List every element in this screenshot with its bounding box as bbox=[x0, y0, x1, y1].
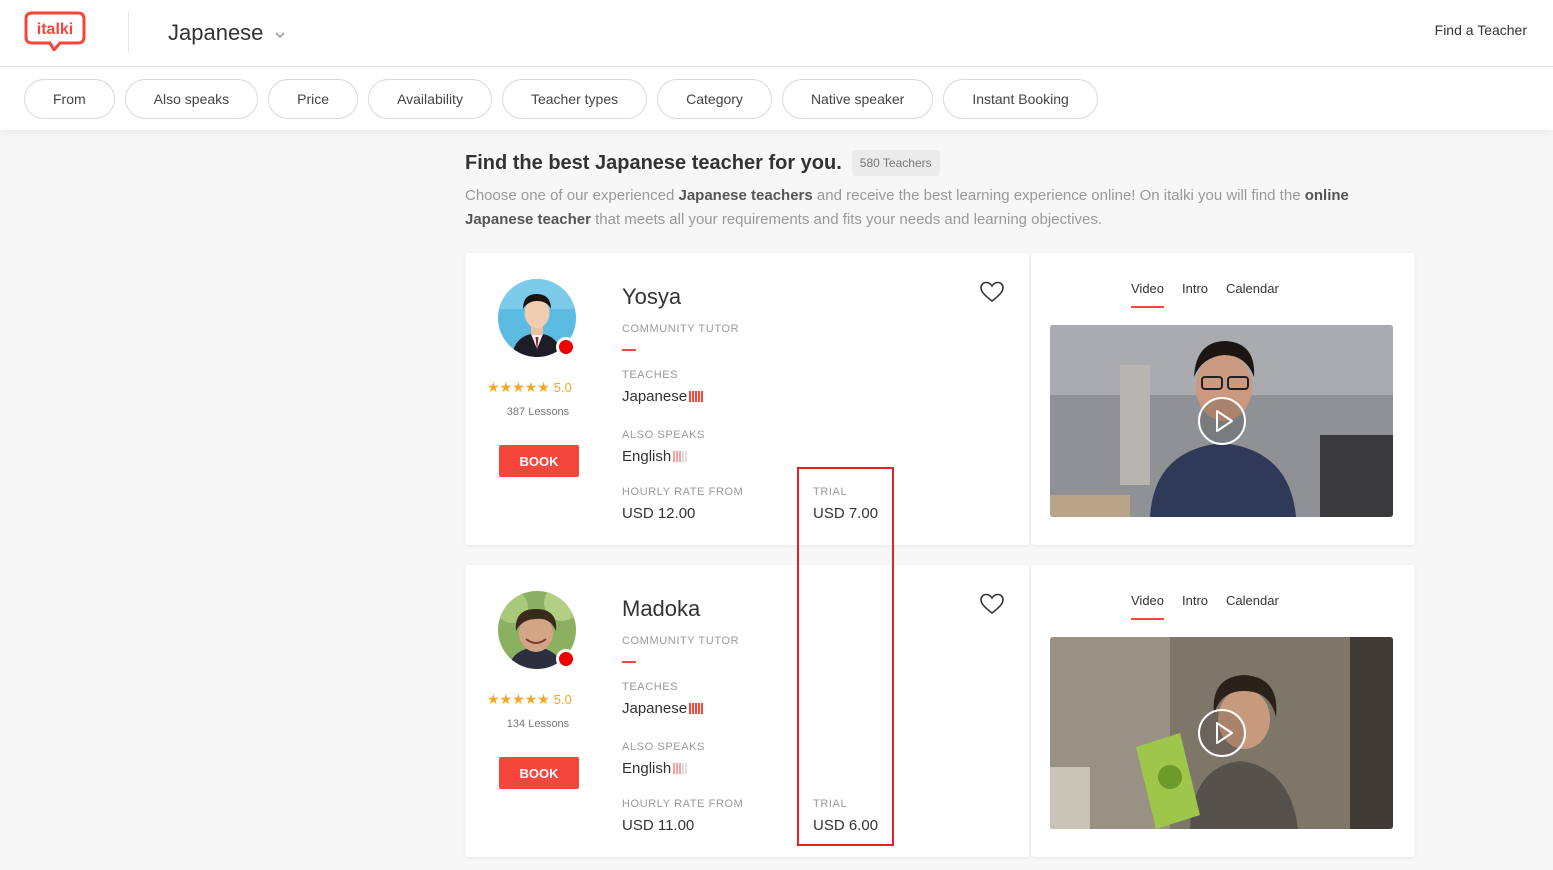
filter-bar: From Also speaks Price Availability Teac… bbox=[0, 67, 1553, 130]
teacher-card[interactable]: ★★★★★ 5.0 387 Lessons BOOK Yosya COMMUNI… bbox=[465, 253, 1029, 545]
teacher-type: COMMUNITY TUTOR bbox=[622, 323, 740, 335]
star-rating-icon: ★★★★★ bbox=[487, 691, 550, 707]
trial-price-value: USD 6.00 bbox=[813, 817, 879, 834]
filter-from[interactable]: From bbox=[24, 79, 115, 119]
online-status-dot bbox=[556, 337, 576, 357]
video-thumbnail[interactable] bbox=[1050, 637, 1393, 829]
also-speaks-value: English bbox=[622, 448, 688, 465]
hourly-rate-label: HOURLY RATE FROM bbox=[622, 798, 744, 810]
rating-value: 5.0 bbox=[553, 692, 572, 707]
filter-availability[interactable]: Availability bbox=[368, 79, 492, 119]
teacher-video-panel: Video Intro Calendar bbox=[1031, 253, 1415, 545]
intro-description: Choose one of our experienced Japanese t… bbox=[465, 187, 1349, 228]
filter-instant-booking[interactable]: Instant Booking bbox=[943, 79, 1098, 119]
trial-label: TRIAL bbox=[813, 798, 848, 810]
play-icon[interactable] bbox=[1197, 396, 1247, 446]
book-button[interactable]: BOOK bbox=[499, 445, 579, 477]
teaches-value: Japanese bbox=[622, 388, 704, 405]
hourly-rate-value: USD 12.00 bbox=[622, 505, 696, 522]
teacher-type: COMMUNITY TUTOR bbox=[622, 635, 740, 647]
tab-intro[interactable]: Intro bbox=[1182, 593, 1208, 620]
tab-video[interactable]: Video bbox=[1131, 281, 1165, 308]
intro-section: Find the best Japanese teacher for you. … bbox=[465, 150, 1415, 232]
top-header: italki Japanese Find a Teacher bbox=[0, 0, 1553, 67]
teaches-value: Japanese bbox=[622, 700, 704, 717]
page-title: Find the best Japanese teacher for you. bbox=[465, 151, 842, 174]
also-speaks-value: English bbox=[622, 760, 688, 777]
lesson-count: 134 Lessons bbox=[506, 718, 570, 730]
chevron-down-icon bbox=[275, 32, 285, 38]
hourly-rate-value: USD 11.00 bbox=[622, 817, 695, 834]
teacher-video-panel: Video Intro Calendar bbox=[1031, 565, 1415, 857]
tab-intro[interactable]: Intro bbox=[1182, 281, 1208, 308]
also-speaks-label: ALSO SPEAKS bbox=[622, 429, 706, 441]
proficiency-level-icon bbox=[673, 451, 688, 462]
avatar[interactable] bbox=[498, 279, 576, 357]
rating-value: 5.0 bbox=[553, 380, 572, 395]
teacher-name[interactable]: Madoka bbox=[622, 596, 700, 622]
avatar[interactable] bbox=[496, 585, 580, 669]
play-icon[interactable] bbox=[1197, 708, 1247, 758]
also-speaks-label: ALSO SPEAKS bbox=[622, 741, 706, 753]
proficiency-native-icon bbox=[689, 391, 704, 402]
trial-price-value: USD 7.00 bbox=[813, 505, 879, 522]
teacher-count-badge: 580 Teachers bbox=[851, 150, 940, 176]
find-teacher-link[interactable]: Find a Teacher bbox=[1435, 22, 1527, 38]
video-thumbnail[interactable] bbox=[1050, 325, 1393, 517]
svg-text:italki: italki bbox=[37, 21, 73, 38]
rating: ★★★★★ 5.0 bbox=[487, 379, 589, 396]
online-status-dot bbox=[556, 649, 576, 669]
teacher-card[interactable]: ★★★★★ 5.0 134 Lessons BOOK Madoka COMMUN… bbox=[465, 565, 1029, 857]
tab-calendar[interactable]: Calendar bbox=[1226, 593, 1279, 620]
teacher-name[interactable]: Yosya bbox=[622, 284, 681, 310]
language-select-label: Japanese bbox=[168, 20, 264, 45]
proficiency-native-icon bbox=[689, 703, 704, 714]
filter-also-speaks[interactable]: Also speaks bbox=[124, 79, 259, 119]
hourly-rate-label: HOURLY RATE FROM bbox=[622, 486, 744, 498]
star-rating-icon: ★★★★★ bbox=[487, 379, 550, 395]
trial-label: TRIAL bbox=[813, 486, 848, 498]
filter-category[interactable]: Category bbox=[657, 79, 772, 119]
proficiency-level-icon bbox=[673, 763, 688, 774]
accent-divider bbox=[622, 661, 636, 663]
language-select[interactable]: Japanese bbox=[168, 18, 285, 48]
teaches-label: TEACHES bbox=[622, 369, 679, 381]
tab-calendar[interactable]: Calendar bbox=[1226, 281, 1279, 308]
filter-native-speaker[interactable]: Native speaker bbox=[781, 79, 934, 119]
italki-logo[interactable]: italki bbox=[24, 11, 86, 51]
tab-video[interactable]: Video bbox=[1131, 593, 1165, 620]
book-button[interactable]: BOOK bbox=[499, 757, 579, 789]
accent-divider bbox=[622, 349, 636, 351]
heart-icon[interactable] bbox=[979, 592, 1005, 616]
teaches-label: TEACHES bbox=[622, 681, 679, 693]
header-divider bbox=[128, 12, 129, 52]
filter-price[interactable]: Price bbox=[268, 79, 359, 119]
heart-icon[interactable] bbox=[979, 280, 1005, 304]
rating: ★★★★★ 5.0 bbox=[487, 691, 589, 708]
filter-teacher-types[interactable]: Teacher types bbox=[501, 79, 648, 119]
lesson-count: 387 Lessons bbox=[506, 406, 570, 418]
